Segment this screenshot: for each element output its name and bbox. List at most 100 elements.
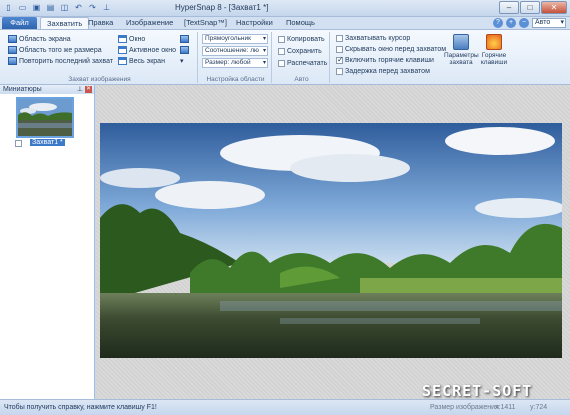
capture-icon[interactable]: ◫	[59, 2, 70, 13]
ribbon-tabs: Файл Захватить Правка Изображение [TextS…	[0, 17, 570, 29]
status-y-coordinate: y:724	[530, 404, 548, 411]
print-icon[interactable]: ▤	[45, 2, 56, 13]
close-icon[interactable]: ✕	[541, 1, 567, 14]
save-icon[interactable]: ▣	[31, 2, 42, 13]
capture-same-size-label: Область того же размера	[19, 46, 102, 54]
quick-access-toolbar: ▯ ▭ ▣ ▤ ◫ ↶ ↷ ⊥	[3, 2, 112, 13]
scroll-capture-icon	[180, 35, 189, 43]
tab-help[interactable]: Помощь	[280, 17, 321, 29]
thumbnail-checkbox[interactable]	[15, 140, 22, 147]
pin-icon[interactable]: ⊥	[101, 2, 112, 13]
same-size-icon	[8, 46, 17, 54]
window-icon	[118, 35, 127, 43]
image-canvas[interactable]	[96, 85, 570, 399]
status-bar: Чтобы получить справку, нажмите клавишу …	[0, 399, 570, 415]
close-pane-icon[interactable]: ✕	[85, 86, 92, 93]
capture-region-label: Область экрана	[19, 35, 71, 43]
capture-delay-checkbox[interactable]: Задержка перед захватом	[336, 68, 430, 75]
tab-edit[interactable]: Правка	[82, 17, 119, 29]
enable-hotkeys-check[interactable]	[336, 55, 344, 64]
capture-full-screen-button[interactable]: Весь экран	[118, 57, 165, 65]
tab-file[interactable]: Файл	[2, 17, 37, 29]
tab-row-tools: ? + − Авто	[493, 18, 566, 28]
freehand-capture-icon	[180, 46, 189, 54]
capture-extra-button-2[interactable]	[180, 46, 189, 54]
capture-settings-label-1: Параметры	[444, 52, 479, 59]
tab-image[interactable]: Изображение	[120, 17, 179, 29]
tab-textsnap[interactable]: [TextSnap™]	[178, 17, 233, 29]
capture-cursor-check[interactable]	[336, 35, 343, 42]
enable-hotkeys-checkbox[interactable]: Включить горячие клавиши	[336, 55, 434, 64]
capture-region-button[interactable]: Область экрана	[8, 35, 71, 43]
captured-image[interactable]	[100, 123, 562, 358]
help-icon[interactable]: ?	[493, 18, 503, 28]
zoom-out-icon[interactable]: −	[519, 18, 529, 28]
capture-active-window-button[interactable]: Активное окно	[118, 46, 176, 54]
capture-window-label: Окно	[129, 35, 146, 43]
capture-group: Область экрана Область того же размера П…	[2, 32, 198, 83]
auto-copy-check[interactable]	[278, 36, 285, 43]
capture-options-group: Захватывать курсор Скрывать окно перед з…	[332, 32, 446, 83]
capture-extra-button-3[interactable]: ▾	[180, 57, 184, 65]
capture-extra-button-1[interactable]	[180, 35, 189, 43]
auto-copy-label: Копировать	[287, 36, 325, 43]
repeat-last-capture-button[interactable]: Повторить последний захват	[8, 57, 113, 65]
open-icon[interactable]: ▭	[17, 2, 28, 13]
capture-settings-button[interactable]: Параметры захвата	[444, 34, 479, 66]
new-icon[interactable]: ▯	[3, 2, 14, 13]
capture-window-button[interactable]: Окно	[118, 35, 145, 43]
capture-same-size-button[interactable]: Область того же размера	[8, 46, 102, 54]
title-bar: ▯ ▭ ▣ ▤ ◫ ↶ ↷ ⊥ HyperSnap 8 - [Захват1 *…	[0, 0, 570, 17]
thumbnail-label[interactable]: Захват1 *	[30, 139, 65, 146]
capture-settings-icon	[453, 34, 469, 50]
capture-group-label: Захват изображения	[68, 76, 131, 83]
auto-copy-checkbox[interactable]: Копировать	[278, 36, 325, 43]
repeat-last-capture-label: Повторить последний захват	[19, 57, 114, 65]
status-x-coordinate: x:1411	[495, 404, 516, 411]
area-settings-label: Настройка области	[206, 76, 265, 83]
capture-cursor-label: Захватывать курсор	[345, 35, 411, 42]
maximize-icon[interactable]: □	[520, 1, 540, 14]
hide-window-label: Скрывать окно перед захватом	[345, 46, 447, 53]
thumbnails-header: Миниатюры ⊥ ✕	[0, 85, 94, 94]
thumbnail-landscape	[18, 99, 72, 136]
auto-group-label: Авто	[294, 76, 309, 83]
undo-icon[interactable]: ↶	[73, 2, 84, 13]
window-controls: – □ ✕	[499, 1, 567, 14]
auto-print-checkbox[interactable]: Распечатать	[278, 60, 327, 67]
pin-pane-icon[interactable]: ⊥	[77, 85, 83, 94]
zoom-select[interactable]: Авто	[532, 18, 566, 28]
hotkeys-icon	[486, 34, 502, 50]
hotkeys-label-1: Горячие	[481, 52, 507, 59]
hotkeys-label-2: клавиши	[480, 59, 508, 66]
more-dropdown-icon: ▾	[180, 58, 184, 65]
thumbnail-image[interactable]	[16, 97, 74, 138]
ribbon-panel: Область экрана Область того же размера П…	[0, 29, 570, 85]
hide-window-check[interactable]	[336, 46, 343, 53]
zoom-in-icon[interactable]: +	[506, 18, 516, 28]
auto-group: Копировать Сохранить Распечатать Авто	[274, 32, 330, 83]
hide-window-checkbox[interactable]: Скрывать окно перед захватом	[336, 46, 446, 53]
full-screen-icon	[118, 57, 127, 65]
auto-print-check[interactable]	[278, 60, 285, 67]
shape-select[interactable]: Прямоугольник	[202, 34, 268, 44]
tab-settings[interactable]: Настройки	[230, 17, 279, 29]
thumbnails-title: Миниатюры	[3, 86, 42, 93]
watermark-text: SECRET-SOFT	[422, 382, 533, 400]
status-help-text: Чтобы получить справку, нажмите клавишу …	[4, 404, 157, 411]
thumbnails-pane: Миниатюры ⊥ ✕ Захват1 *	[0, 85, 95, 399]
size-select[interactable]: Размер: любой	[202, 58, 268, 68]
auto-save-checkbox[interactable]: Сохранить	[278, 48, 322, 55]
landscape-photo	[100, 123, 562, 358]
hotkeys-button[interactable]: Горячие клавиши	[478, 34, 510, 66]
capture-settings-label-2: захвата	[449, 59, 473, 66]
active-window-icon	[118, 46, 127, 54]
area-settings-group: Прямоугольник Соотношение: лю Размер: лю…	[200, 32, 272, 83]
capture-cursor-checkbox[interactable]: Захватывать курсор	[336, 35, 410, 42]
minimize-icon[interactable]: –	[499, 1, 519, 14]
ratio-select[interactable]: Соотношение: лю	[202, 46, 268, 56]
capture-delay-check[interactable]	[336, 68, 343, 75]
redo-icon[interactable]: ↷	[87, 2, 98, 13]
repeat-icon	[8, 57, 17, 65]
auto-save-check[interactable]	[278, 48, 285, 55]
